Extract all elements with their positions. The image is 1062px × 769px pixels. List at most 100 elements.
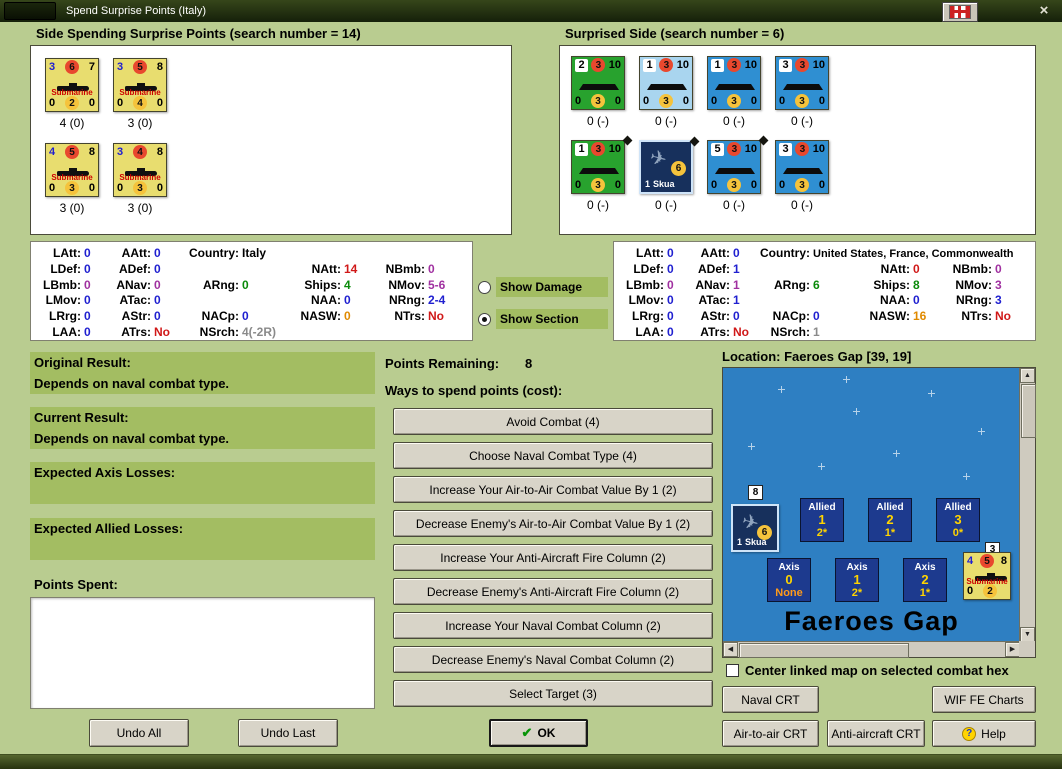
undo-all-button[interactable]: Undo All [89, 719, 189, 747]
wif-fe-charts-button[interactable]: WIF FE Charts [932, 686, 1036, 713]
bottom-right-value: 0 [88, 182, 95, 194]
show-damage-label[interactable]: Show Damage [496, 277, 608, 297]
show-section-radio[interactable] [478, 313, 491, 326]
unit-counter[interactable]: 6 1 Skua [639, 136, 700, 194]
unit-counter[interactable]: 3 3 10 0 3 0 [775, 140, 829, 194]
unit-counter-cell[interactable]: 3 6 7 Submarine 0 2 0 4 (0) [45, 58, 99, 130]
allied-group-3[interactable]: Allied 3 0* [936, 498, 980, 542]
submarine-counter[interactable]: 3 5 8 Submarine 0 4 0 [113, 58, 167, 112]
stat-label: ARng: [774, 277, 810, 292]
titlebar[interactable]: Spend Surprise Points (Italy) [0, 0, 1062, 22]
submarine-counter[interactable]: 4 5 8 Submarine 0 3 0 [45, 143, 99, 197]
allied-group-2[interactable]: Allied 2 1* [868, 498, 912, 542]
anti-aircraft-crt-button[interactable]: Anti-aircraft CRT [827, 720, 925, 747]
unit-counter-cell[interactable]: 3 4 8 Submarine 0 3 0 3 (0) [113, 143, 167, 215]
map-submarine-counter[interactable]: 4 5 8 Submarine 0 2 [963, 552, 1011, 600]
unit-counter[interactable]: 1 3 10 0 3 0 [571, 135, 633, 194]
submarine-counter[interactable]: 3 6 7 Submarine 0 2 0 [45, 58, 99, 112]
counter-top-values: 4 5 8 [49, 145, 95, 159]
ship-counter-face: 3 3 10 0 3 0 [776, 57, 828, 109]
flag-button[interactable] [942, 2, 978, 22]
unit-counter[interactable]: 2 3 10 0 3 0 [571, 56, 625, 110]
bottom-right-value: 0 [750, 179, 757, 191]
unit-counter[interactable]: 5 3 10 0 3 0 [707, 135, 769, 194]
unit-counter-cell[interactable]: 3 3 10 0 3 0 0 (-) [775, 56, 829, 128]
center-map-label[interactable]: Center linked map on selected combat hex [745, 663, 1009, 678]
scroll-down-icon[interactable] [1020, 627, 1035, 642]
show-section-label[interactable]: Show Section [496, 309, 608, 329]
stat-label: NMov: [388, 277, 425, 292]
stat-label: NBmb: [385, 261, 425, 276]
unit-counter[interactable]: 3 3 10 0 3 0 [775, 56, 829, 110]
ship-silhouette [647, 84, 687, 90]
help-button[interactable]: Help [932, 720, 1036, 747]
stat-row: LAA: 0 [624, 324, 673, 341]
air-to-air-crt-button[interactable]: Air-to-air CRT [722, 720, 819, 747]
stat-value: 0 [733, 246, 740, 260]
stat-value: 0 [154, 293, 161, 308]
help-label: Help [981, 726, 1006, 741]
unit-counter-cell[interactable]: 3 3 10 0 3 0 0 (-) [775, 140, 829, 212]
axis-group-2[interactable]: Axis 2 1* [903, 558, 947, 602]
stats-column: AAtt: 0 ADef: 1 ANav: 1 ATac: 1 AStr: 0 ATrs: No [690, 246, 749, 341]
scroll-right-icon[interactable] [1005, 642, 1020, 657]
allied-group-1[interactable]: Allied 1 2* [800, 498, 844, 542]
group-value: 2* [851, 587, 863, 599]
spend-option-button[interactable]: Increase Your Anti-Aircraft Fire Column … [393, 544, 713, 571]
spend-option-button[interactable]: Increase Your Naval Combat Column (2) [393, 612, 713, 639]
combat-hex-map[interactable]: 8 6 1 Skua Allied 1 2* Allied 2 1* Alli [722, 367, 1036, 658]
bottom-left-value: 0 [779, 179, 786, 191]
stat-row: NTrs: No [948, 309, 1011, 325]
spend-surprise-points-window: Spend Surprise Points (Italy) Side Spend… [0, 0, 1062, 769]
unit-counter-cell[interactable]: 6 1 Skua 0 (-) [639, 136, 700, 212]
spend-option-button[interactable]: Avoid Combat (4) [393, 408, 713, 435]
counter-label: 3 (0) [127, 201, 153, 215]
spend-option-button[interactable]: Decrease Enemy's Air-to-Air Combat Value… [393, 510, 713, 537]
center-map-checkbox[interactable] [726, 664, 739, 677]
map-horizontal-scrollbar[interactable] [723, 641, 1020, 658]
stat-value: 6 [813, 277, 820, 292]
unit-counter-cell[interactable]: 3 5 8 Submarine 0 4 0 3 (0) [113, 58, 167, 130]
unit-counter-cell[interactable]: 1 3 10 0 3 0 0 (-) [639, 56, 693, 128]
unit-counter-cell[interactable]: 1 3 10 0 3 0 0 (-) [571, 135, 633, 212]
original-result-value: Depends on naval combat type. [30, 373, 375, 394]
unit-counter[interactable]: 1 3 10 0 3 0 [639, 56, 693, 110]
ok-button[interactable]: OK [489, 719, 588, 747]
sea-area[interactable]: 8 6 1 Skua Allied 1 2* Allied 2 1* Alli [723, 368, 1020, 642]
unit-counter-cell[interactable]: 5 3 10 0 3 0 0 (-) [707, 135, 769, 212]
vertical-scroll-thumb[interactable] [1021, 384, 1036, 438]
air-combat-value: 6 [671, 161, 686, 176]
unit-counter[interactable]: 1 3 10 0 3 0 [707, 56, 761, 110]
points-spent-list[interactable] [30, 597, 375, 709]
ship-counter-face: 3 3 10 0 3 0 [776, 141, 828, 193]
spend-option-button[interactable]: Decrease Enemy's Naval Combat Column (2) [393, 646, 713, 673]
unit-counter-cell[interactable]: 1 3 10 0 3 0 0 (-) [707, 56, 761, 128]
unit-counter-cell[interactable]: 2 3 10 0 3 0 0 (-) [571, 56, 625, 128]
stat-label: LRrg: [632, 309, 664, 324]
unit-counter-cell[interactable]: 4 5 8 Submarine 0 3 0 3 (0) [45, 143, 99, 215]
spend-option-button[interactable]: Increase Your Air-to-Air Combat Value By… [393, 476, 713, 503]
axis-group-1[interactable]: Axis 1 2* [835, 558, 879, 602]
map-vertical-scrollbar[interactable] [1019, 368, 1036, 642]
naval-crt-button[interactable]: Naval CRT [722, 686, 819, 713]
undo-last-button[interactable]: Undo Last [238, 719, 338, 747]
map-air-counter[interactable]: 6 1 Skua [731, 504, 779, 552]
bottom-mid-value: 3 [659, 94, 673, 108]
spend-options-list: Avoid Combat (4) Choose Naval Combat Type… [393, 408, 713, 714]
show-damage-radio[interactable] [478, 281, 491, 294]
spend-option-button[interactable]: Choose Naval Combat Type (4) [393, 442, 713, 469]
close-icon[interactable] [1034, 1, 1054, 21]
axis-stats-panel: LAtt: 0 LDef: 0 LBmb: 0 LMov: 0 LRrg: 0 LAA: 0 AAtt… [30, 241, 473, 341]
stat-label: LBmb: [626, 277, 664, 292]
submarine-counter[interactable]: 3 4 8 Submarine 0 3 0 [113, 143, 167, 197]
scroll-up-icon[interactable] [1020, 368, 1035, 383]
spend-option-button[interactable]: Decrease Enemy's Anti-Aircraft Fire Colu… [393, 578, 713, 605]
stat-label: ARng: [203, 277, 239, 292]
scroll-left-icon[interactable] [723, 642, 738, 657]
stat-label: LAA: [635, 324, 664, 339]
horizontal-scroll-thumb[interactable] [739, 643, 909, 658]
spend-option-button[interactable]: Select Target (3) [393, 680, 713, 707]
stat-label: ADef: [119, 261, 151, 276]
axis-group-0[interactable]: Axis 0 None [767, 558, 811, 602]
counter-top-values: 1 3 10 [575, 142, 621, 156]
